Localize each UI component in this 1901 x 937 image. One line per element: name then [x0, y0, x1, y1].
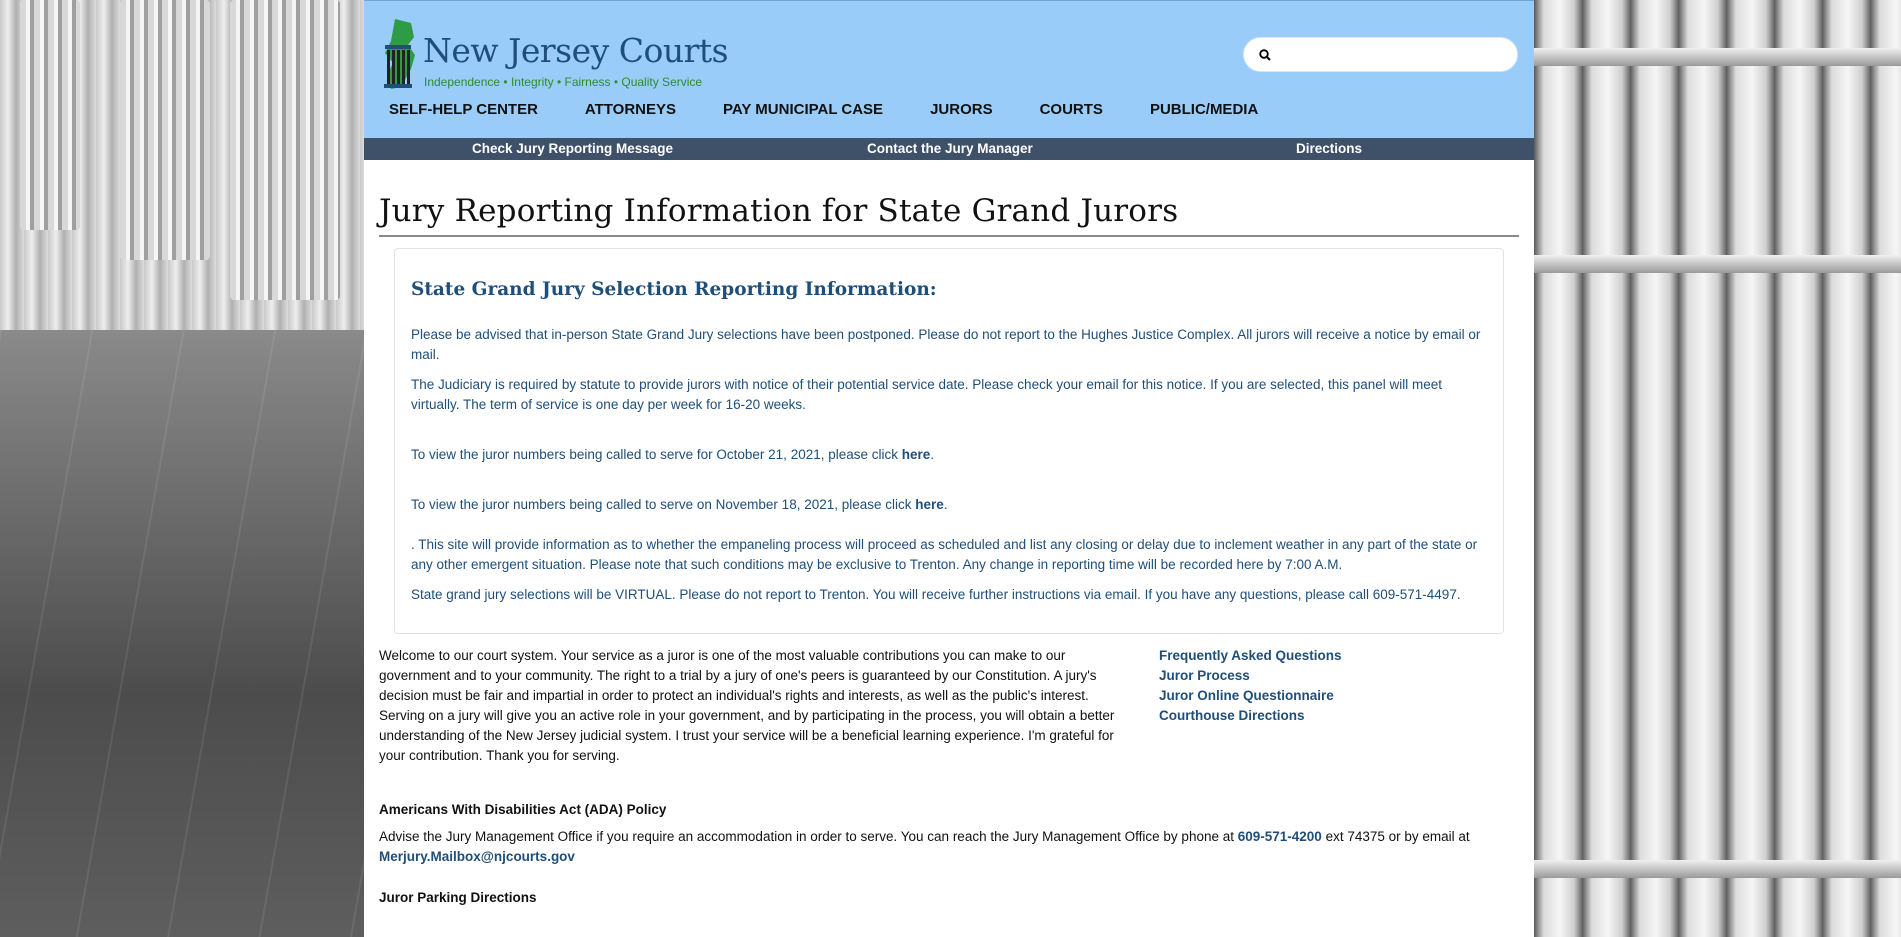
- notice-text: To view the juror numbers being called t…: [411, 447, 902, 462]
- reporting-notice-box: State Grand Jury Selection Reporting Inf…: [394, 248, 1504, 634]
- notice-paragraph: To view the juror numbers being called t…: [411, 445, 1489, 465]
- ada-phone-link[interactable]: 609-571-4200: [1238, 829, 1322, 844]
- site-logo[interactable]: New Jersey Courts Independence • Integri…: [381, 17, 729, 97]
- notice-paragraph: State grand jury selections will be VIRT…: [411, 587, 1461, 602]
- search-box[interactable]: [1243, 37, 1518, 72]
- welcome-section: Welcome to our court system. Your servic…: [379, 646, 1519, 766]
- notice-paragraph: Please be advised that in-person State G…: [411, 327, 1481, 362]
- link-juror-process[interactable]: Juror Process: [1159, 666, 1342, 686]
- main-navigation: SELF-HELP CENTER ATTORNEYS PAY MUNICIPAL…: [389, 101, 1305, 118]
- column-image: [120, 0, 210, 260]
- ada-text: ext 74375 or by email at: [1321, 829, 1470, 844]
- column-ring: [1534, 48, 1901, 66]
- link-faq[interactable]: Frequently Asked Questions: [1159, 646, 1342, 666]
- october-juror-numbers-link[interactable]: here: [902, 447, 931, 462]
- search-input[interactable]: [1280, 44, 1505, 66]
- nav-courts[interactable]: COURTS: [1040, 101, 1103, 118]
- column-image: [20, 0, 80, 230]
- floor-image: [0, 330, 364, 937]
- main-content: Jury Reporting Information for State Gra…: [379, 160, 1519, 905]
- subnav-directions[interactable]: Directions: [1296, 141, 1362, 156]
- nj-state-seal-icon: [384, 19, 415, 89]
- parking-heading: Juror Parking Directions: [379, 890, 537, 905]
- page-title: Jury Reporting Information for State Gra…: [379, 193, 1519, 237]
- subnav-check-jury-reporting-message[interactable]: Check Jury Reporting Message: [472, 141, 673, 156]
- background-columns-left: [0, 0, 364, 937]
- nav-attorneys[interactable]: ATTORNEYS: [585, 101, 676, 118]
- search-icon[interactable]: [1258, 48, 1272, 62]
- ada-policy-text: Advise the Jury Management Office if you…: [379, 827, 1519, 867]
- site-title: New Jersey Courts: [423, 31, 729, 70]
- link-courthouse-directions[interactable]: Courthouse Directions: [1159, 706, 1342, 726]
- column-image: [230, 0, 340, 300]
- notice-text: .: [943, 497, 948, 512]
- quick-links: Frequently Asked Questions Juror Process…: [1159, 646, 1342, 766]
- page-container: New Jersey Courts Independence • Integri…: [364, 0, 1534, 937]
- notice-text: .: [930, 447, 935, 462]
- column-ring: [1534, 255, 1901, 273]
- notice-paragraph: The Judiciary is required by statute to …: [411, 377, 1443, 412]
- notice-paragraph: To view the juror numbers being called t…: [411, 495, 1489, 515]
- ada-heading: Americans With Disabilities Act (ADA) Po…: [379, 802, 667, 817]
- notice-heading: State Grand Jury Selection Reporting Inf…: [411, 279, 937, 300]
- site-tagline: Independence • Integrity • Fairness • Qu…: [424, 75, 703, 89]
- nav-self-help-center[interactable]: SELF-HELP CENTER: [389, 101, 538, 118]
- background-column-right: [1534, 0, 1901, 937]
- site-header: New Jersey Courts Independence • Integri…: [364, 0, 1534, 138]
- notice-paragraph: . This site will provide information as …: [411, 537, 1478, 572]
- link-juror-online-questionnaire[interactable]: Juror Online Questionnaire: [1159, 686, 1342, 706]
- nav-jurors[interactable]: JURORS: [930, 101, 993, 118]
- november-juror-numbers-link[interactable]: here: [915, 497, 944, 512]
- ada-text: Advise the Jury Management Office if you…: [379, 829, 1238, 844]
- subnav-contact-jury-manager[interactable]: Contact the Jury Manager: [867, 141, 1033, 156]
- column-ring: [1534, 860, 1901, 878]
- notice-text: To view the juror numbers being called t…: [411, 497, 916, 512]
- jury-sub-navigation: Check Jury Reporting Message Contact the…: [364, 138, 1534, 160]
- ada-email-link[interactable]: Merjury.Mailbox@njcourts.gov: [379, 849, 575, 864]
- welcome-message: Welcome to our court system. Your servic…: [379, 648, 1115, 763]
- nav-public-media[interactable]: PUBLIC/MEDIA: [1150, 101, 1258, 118]
- nav-pay-municipal-case[interactable]: PAY MUNICIPAL CASE: [723, 101, 883, 118]
